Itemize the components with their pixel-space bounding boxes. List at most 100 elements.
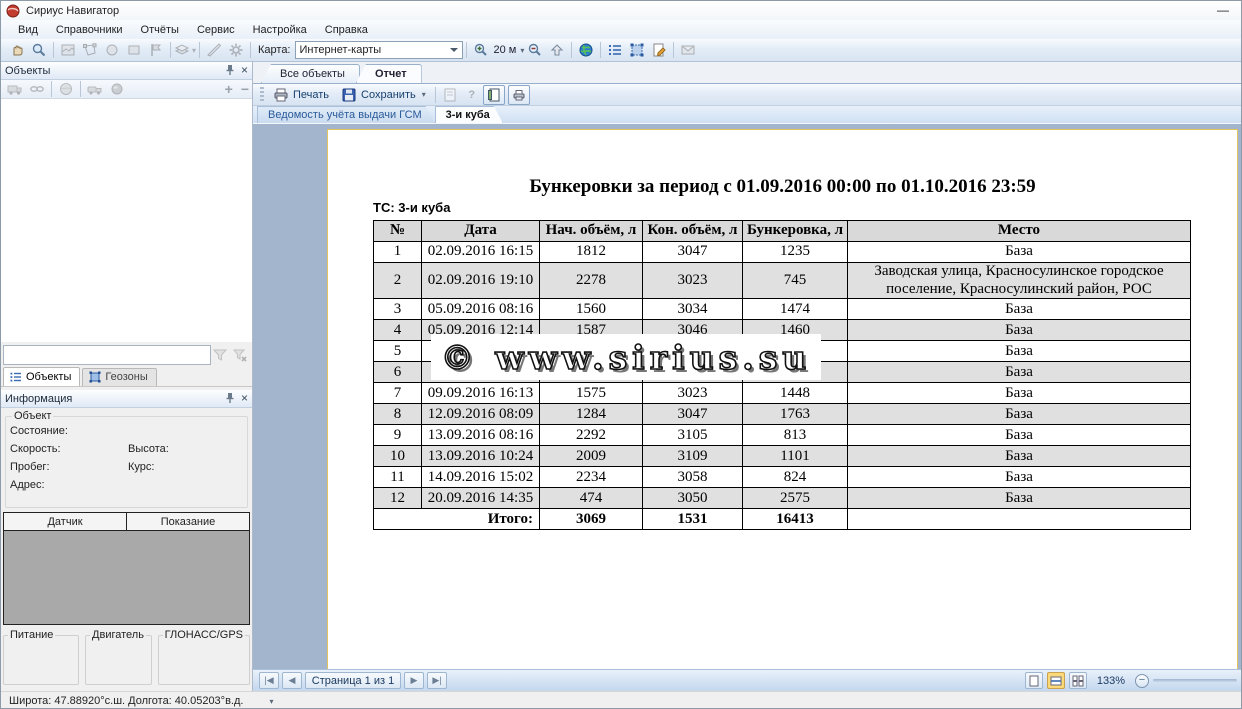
altitude-label: Высота: [128,443,169,455]
close-icon[interactable]: × [241,391,248,405]
mail-icon[interactable] [677,40,699,60]
zoom-slider[interactable] [1153,679,1237,682]
rect-zone-icon[interactable] [123,40,145,60]
map-capture-icon[interactable] [57,40,79,60]
minimize-button[interactable]: — [1217,3,1229,17]
objects-tree[interactable] [1,99,252,342]
home-view-icon[interactable] [546,40,568,60]
watermark: © www.sirius.su [431,334,821,380]
menu-item-help[interactable]: Справка [316,22,377,38]
report-nav-bar: |◀ ◀ Страница 1 из 1 ▶ ▶| 133% − [253,669,1242,691]
app-icon [5,3,21,19]
page-view-toggle[interactable] [483,85,505,105]
reading-col-header[interactable]: Показание [127,513,249,530]
object-groupbox: Объект Состояние: Скорость:Высота: Пробе… [5,410,248,508]
menu-item-service[interactable]: Сервис [188,22,244,38]
save-button[interactable]: Сохранить ▾ [335,85,432,105]
fit-width-view-button[interactable] [1047,672,1065,689]
pin-icon[interactable] [225,392,235,404]
map-combobox[interactable]: Интернет-карты [295,41,463,59]
tab-geozones[interactable]: Геозоны [82,368,156,386]
report-cell: 1474 [743,299,848,320]
pan-hand-icon[interactable] [6,40,28,60]
tab-gsm-statement[interactable]: Ведомость учёта выдачи ГСМ [257,106,435,123]
geozone-select-icon[interactable] [626,40,648,60]
globe-small-icon[interactable] [55,79,77,99]
chevron-down-icon[interactable]: ▾ [269,697,273,706]
close-icon[interactable]: × [241,63,248,77]
left-tab-strip: Объекты Геозоны [1,367,252,387]
minus-icon[interactable]: − [241,81,249,97]
report-subtitle: ТС: 3-и куба [373,200,450,215]
main-toolbar: ▾ Карта: Интернет-карты 20 м ▾ [1,39,1242,62]
report-viewer[interactable]: Бункеровки за период с 01.09.2016 00:00 … [253,124,1242,669]
plus-icon[interactable]: + [225,81,233,97]
help-icon[interactable]: ? [461,85,483,105]
add-vehicle-icon[interactable] [4,79,26,99]
edit-note-icon[interactable] [648,40,670,60]
scale-value[interactable]: 20 м [494,44,517,56]
globe-icon[interactable] [575,40,597,60]
layers-icon[interactable]: ▾ [174,40,196,60]
info-panel-header: Информация × [1,390,252,408]
zoom-out-button[interactable]: − [1135,674,1149,688]
ruler-icon[interactable] [203,40,225,60]
report-row: 202.09.2016 19:1022783023745Заводская ул… [374,263,1191,299]
report-cell: 05.09.2016 08:16 [422,299,540,320]
objects-search-row [1,343,252,366]
truck-icon[interactable] [84,79,106,99]
sphere-icon[interactable] [106,79,128,99]
chevron-down-icon: ▾ [192,46,196,55]
state-label: Состояние: [10,425,128,437]
zoom-box-icon[interactable] [28,40,50,60]
link-icon[interactable] [26,79,48,99]
menu-item-view[interactable]: Вид [9,22,47,38]
report-total-row: Итого:3069153116413 [374,509,1191,530]
report-cell: 1235 [743,242,848,263]
print-button[interactable]: Печать [267,85,335,105]
page-setup-icon[interactable] [439,85,461,105]
objects-panel-header: Объекты × [1,62,252,80]
report-cell: База [848,425,1191,446]
menu-item-settings[interactable]: Настройка [244,22,316,38]
mileage-label: Пробег: [10,461,128,473]
last-page-button[interactable]: ▶| [427,672,447,689]
polygon-edit-icon[interactable] [79,40,101,60]
first-page-button[interactable]: |◀ [259,672,279,689]
tab-all-objects[interactable]: Все объекты [261,64,360,83]
tab-report[interactable]: Отчет [356,64,422,83]
report-cell: 813 [743,425,848,446]
report-cell: 2 [374,263,422,299]
status-bar: Широта: 47.88920°с.ш. Долгота: 40.05203°… [1,691,1242,709]
report-cell: База [848,299,1191,320]
sensor-col-header[interactable]: Датчик [4,513,127,530]
report-cell: 1448 [743,383,848,404]
objects-filter-input[interactable] [3,345,211,365]
single-page-view-button[interactable] [1025,672,1043,689]
next-page-button[interactable]: ▶ [404,672,424,689]
report-cell: 1 [374,242,422,263]
print-preview-toggle[interactable] [508,85,530,105]
objects-panel: Объекты × + − [1,62,253,691]
route-flag-icon[interactable] [145,40,167,60]
multi-page-view-button[interactable] [1069,672,1087,689]
tab-objects[interactable]: Объекты [3,367,80,386]
menu-item-reports[interactable]: Отчёты [132,22,188,38]
object-list-icon[interactable] [604,40,626,60]
report-cell: База [848,341,1191,362]
report-cell: База [848,488,1191,509]
report-tab-strip: Ведомость учёта выдачи ГСМ 3-и куба [253,106,1242,124]
prev-page-button[interactable]: ◀ [282,672,302,689]
filter-clear-icon[interactable] [232,347,248,363]
pin-icon[interactable] [225,64,235,76]
gear-icon[interactable] [225,40,247,60]
zoom-in-icon[interactable] [470,40,492,60]
report-row: 1013.09.2016 10:24200931091101База [374,446,1191,467]
menu-item-directories[interactable]: Справочники [47,22,132,38]
filter-icon[interactable] [212,347,228,363]
circle-zone-icon[interactable] [101,40,123,60]
tab-3i-kuba[interactable]: 3-и куба [435,106,503,123]
report-cell: 1763 [743,404,848,425]
address-label: Адрес: [10,479,128,491]
zoom-out-icon[interactable] [524,40,546,60]
